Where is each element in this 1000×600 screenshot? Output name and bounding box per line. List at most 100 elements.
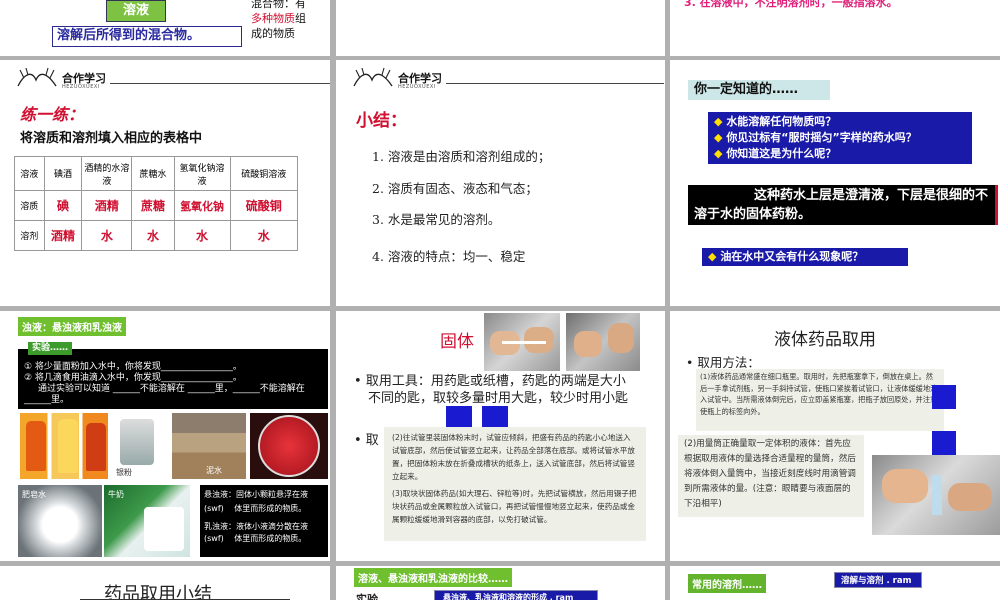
slide-5[interactable]: 合作学习 HEZUOXUEXI 小结： 1. 溶液是由溶质和溶剂组成的； 2. … bbox=[336, 60, 665, 306]
antler-logo-icon bbox=[17, 67, 57, 87]
hands-tube-photo bbox=[566, 313, 640, 371]
col-header: 硫酸铜溶液 bbox=[229, 156, 299, 191]
row-header-solute: 溶质 bbox=[14, 190, 45, 221]
solvent-note: 3. 在溶液中，不注明溶剂时，一般指溶水。 bbox=[684, 0, 898, 9]
summary-item: 2. 溶质有固态、液态和气态； bbox=[372, 181, 538, 196]
experiment-line-3: 通过实验可以知道 ______不能溶解在 ______里，______不能溶解在… bbox=[24, 384, 305, 405]
muddy-caption: 泥水 bbox=[206, 466, 222, 475]
col-header: 碘酒 bbox=[43, 156, 83, 191]
second-bullet-icon: • 取 bbox=[354, 433, 379, 448]
answer-cell[interactable]: 氢氧化钠 bbox=[173, 190, 231, 221]
col-header: 酒精的水溶液 bbox=[81, 156, 133, 191]
diamond-bullet-icon: ◆ bbox=[714, 147, 723, 160]
slide-6[interactable]: 你一定知道的…… ◆ 水能溶解任何物质吗？ ◆ 你见过标有“服时摇匀”字样的药水… bbox=[670, 60, 1000, 306]
juice-bottles-photo bbox=[20, 413, 112, 479]
definition-box: 溶解后所得到的混合物。 bbox=[52, 26, 242, 47]
turbid-label: 浊液：悬浊液和乳浊液 bbox=[18, 317, 126, 336]
media-file-box[interactable]: 溶解与溶剂 . ram bbox=[834, 572, 922, 588]
method-text: 取用方法： bbox=[697, 355, 760, 370]
cylinder-swatch bbox=[932, 431, 956, 455]
col-header: 蔗糖水 bbox=[131, 156, 175, 191]
summary-item: 3. 水是最常见的溶剂。 bbox=[372, 212, 501, 227]
mixture-line-3: 成的物质 bbox=[251, 27, 295, 40]
slide-11[interactable]: 溶液、悬浊液和乳浊液的比较…… 实验…… 悬浊液、乳浊液和溶液的形成 . ram bbox=[336, 566, 665, 600]
media-file-box[interactable]: 悬浊液、乳浊液和溶液的形成 . ram bbox=[434, 590, 598, 600]
slide-3[interactable]: 3. 在溶液中，不注明溶剂时，一般指溶水。 bbox=[670, 0, 1000, 56]
slide-10[interactable]: 药品取用小结 bbox=[0, 566, 330, 600]
answer-cell[interactable]: 硫酸铜 bbox=[229, 190, 299, 221]
suspension-def-box: 悬浊液：固体小颗粒悬浮在液 (swf) 体里而形成的物质。 乳浊液：液体小液滴分… bbox=[200, 485, 328, 557]
experiment-label: 实验…… bbox=[28, 342, 73, 355]
summary-item: 1. 溶液是由溶质和溶剂组成的； bbox=[372, 149, 551, 164]
liquid-procedure-1: (1)液体药品通常盛在细口瓶里。取用时，先把瓶塞拿下，倒放在桌上。然后一手拿试剂… bbox=[696, 369, 944, 431]
header-rule bbox=[446, 83, 664, 84]
liquid-title: 液体药品取用 bbox=[774, 330, 876, 350]
slide-7[interactable]: 浊液：悬浊液和乳浊液 实验…… ① 将少量面粉加入水中，你将发现________… bbox=[0, 311, 330, 561]
answer-cell[interactable]: 酒精 bbox=[81, 190, 133, 221]
procedure-2: (2)往试管里装固体粉末时，试管应倾斜，把盛有药品的药匙小心地送入试管底部，然后… bbox=[392, 433, 635, 481]
milk-caption: 牛奶 bbox=[108, 490, 124, 499]
silver-powder-photo: 银粉 bbox=[108, 413, 166, 479]
diamond-bullet-icon: ◆ bbox=[714, 115, 723, 128]
silver-caption: 银粉 bbox=[116, 468, 132, 477]
experiment-label: 实验…… bbox=[356, 593, 400, 600]
col-header: 氢氧化钠溶液 bbox=[173, 156, 231, 191]
slide-1[interactable]: 溶液 溶解后所得到的混合物。 混合物：有 多种物质组 成的物质 bbox=[0, 0, 330, 56]
emulsion-def: 乳浊液：液体小液滴分散在液 bbox=[204, 522, 308, 531]
solution-badge: 溶液 bbox=[106, 0, 166, 22]
answer-box: 这种药水上层是澄清液，下层是很细的不溶于水的固体药粉。 bbox=[688, 185, 998, 225]
oil-question-box: ◆ 油在水中又会有什么现象呢？ bbox=[702, 248, 908, 266]
mixture-line-1: 混合物：有 bbox=[251, 0, 306, 10]
experiment-panel: 实验…… ① 将少量面粉加入水中，你将发现________________。 ②… bbox=[18, 342, 328, 409]
coop-header-sub: HEZUOXUEXI bbox=[398, 84, 436, 90]
slide-8[interactable]: 固体 • 取用工具：用药匙或纸槽，药匙的两端是大小不同的匙，取较多量时用大匙，较… bbox=[336, 311, 665, 561]
suspension-def-b: (swf) 体里而形成的物质。 bbox=[204, 504, 307, 513]
pouring-liquid-photo bbox=[872, 455, 1000, 535]
answer-cell[interactable]: 蔗糖 bbox=[131, 190, 175, 221]
procedure-3: (3)取块状固体药品(如大理石、锌粒等)时，先把试管横放，然后用镊子把块状药品或… bbox=[392, 489, 637, 524]
summary-item: 4. 溶液的特点：均一、稳定 bbox=[372, 249, 526, 264]
antler-logo-icon bbox=[353, 67, 393, 87]
large-spoon-swatch bbox=[482, 406, 508, 428]
summary-title: 小结： bbox=[356, 111, 407, 131]
experiment-line-1: ① 将少量面粉加入水中，你将发现________________。 bbox=[24, 362, 242, 372]
suspension-def: 悬浊液：固体小颗粒悬浮在液 bbox=[204, 490, 308, 499]
comparison-label: 溶液、悬浊液和乳浊液的比较…… bbox=[354, 568, 512, 587]
mixture-note: 混合物：有 多种物质组 成的物质 bbox=[251, 0, 306, 41]
coop-header-sub: HEZUOXUEXI bbox=[62, 84, 100, 90]
small-spoon-swatch bbox=[446, 406, 472, 428]
liquid-procedure-2: (2)用量筒正确量取一定体积的液体：首先应根据取用液体的量选择合适量程的量筒，然… bbox=[678, 435, 864, 517]
answer-cell[interactable]: 水 bbox=[173, 220, 231, 251]
answer-cell[interactable]: 水 bbox=[131, 220, 175, 251]
answer-cell[interactable]: 碘 bbox=[43, 190, 83, 221]
slide-12[interactable]: 常用的溶剂…… 溶解与溶剂 . ram bbox=[670, 566, 1000, 600]
diamond-bullet-icon: ◆ bbox=[708, 250, 717, 263]
petri-dish-photo bbox=[250, 413, 328, 479]
muddy-water-photo: 泥水 bbox=[172, 413, 246, 479]
slide-4[interactable]: 合作学习 HEZUOXUEXI 练一练： 将溶质和溶剂填入相应的表格中 溶液 碘… bbox=[0, 60, 330, 306]
question-1: 水能溶解任何物质吗？ bbox=[726, 115, 837, 128]
answer-cell[interactable]: 酒精 bbox=[43, 220, 83, 251]
emulsion-def-b: (swf) 体里而形成的物质。 bbox=[204, 534, 307, 543]
know-title: 你一定知道的…… bbox=[688, 80, 830, 100]
tool-bullet: • 取用工具：用药匙或纸槽，药匙的两端是大小不同的匙，取较多量时用大匙，较少时用… bbox=[354, 373, 636, 407]
experiment-line-2: ② 将几滴食用油滴入水中，你发现________________。 bbox=[24, 373, 242, 383]
col-header: 溶液 bbox=[14, 156, 45, 191]
exercise-title: 练一练： bbox=[20, 105, 85, 124]
question-box: ◆ 水能溶解任何物质吗？ ◆ 你见过标有“服时摇匀”字样的药水吗？ ◆ 你知道这… bbox=[708, 112, 972, 164]
answer-cell[interactable]: 水 bbox=[81, 220, 133, 251]
procedure-2-text: (2)用量筒正确量取一定体积的液体：首先应根据取用液体的量选择合适量程的量筒，然… bbox=[684, 439, 856, 509]
procedure-1-text: (1)液体药品通常盛在细口瓶里。取用时，先把瓶塞拿下，倒放在桌上。然后一手拿试剂… bbox=[700, 372, 938, 416]
definition-text: 溶解后所得到的混合物。 bbox=[57, 28, 201, 43]
bullet-dot-icon: • bbox=[686, 355, 698, 370]
soap-water-photo: 肥皂水 bbox=[18, 485, 102, 557]
answer-text: 这种药水上层是澄清液，下层是很细的不溶于水的固体药粉。 bbox=[694, 188, 989, 222]
mixture-line-2b: 组 bbox=[295, 12, 306, 25]
hands-spatula-photo bbox=[484, 313, 560, 371]
slide-2[interactable] bbox=[336, 0, 665, 56]
question-3: 你知道这是为什么呢？ bbox=[726, 147, 837, 160]
summary-title: 药品取用小结 bbox=[104, 584, 212, 600]
slide-9[interactable]: 液体药品取用 • 取用方法： (1)液体药品通常盛在细口瓶里。取用时，先把瓶塞拿… bbox=[670, 311, 1000, 561]
exercise-instruction: 将溶质和溶剂填入相应的表格中 bbox=[20, 131, 203, 146]
answer-cell[interactable]: 水 bbox=[229, 220, 299, 251]
